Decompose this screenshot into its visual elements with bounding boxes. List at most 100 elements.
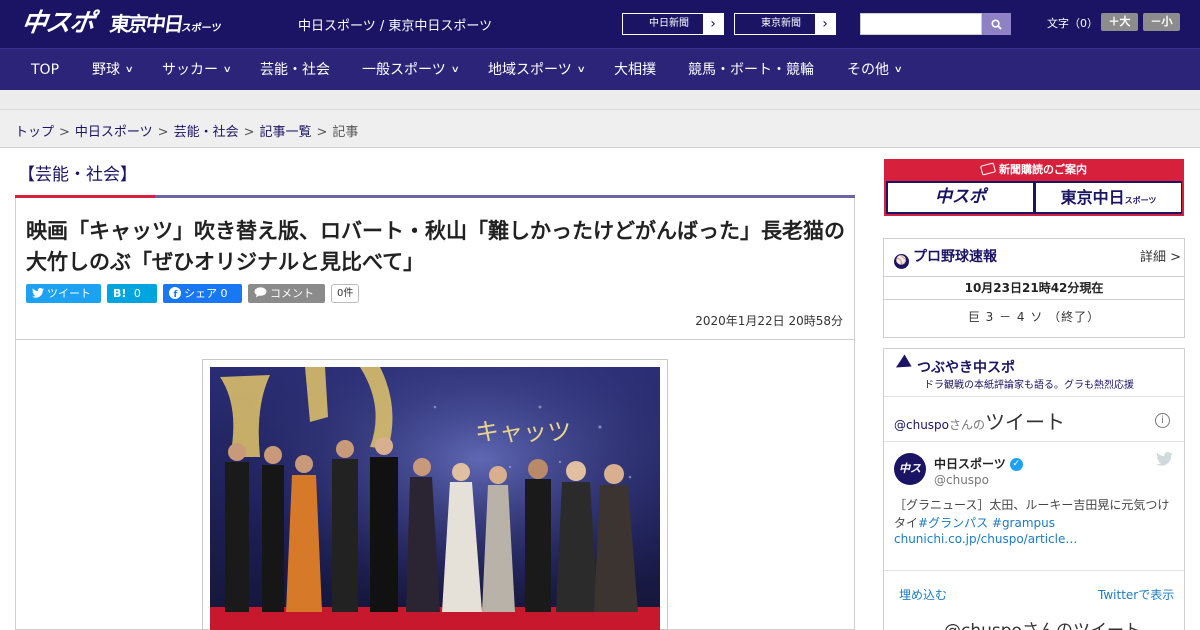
facebook-share-button[interactable]: f シェア 0 <box>163 284 242 303</box>
font-increase-button[interactable]: ＋大 <box>1101 13 1138 31</box>
hatena-icon: B! <box>113 287 127 300</box>
twitter-divider <box>884 570 1184 571</box>
tokyo-logo-text: 東京中日 <box>1060 188 1125 207</box>
breadcrumb-separator: > <box>59 125 70 140</box>
nav-item-general-sports[interactable]: 一般スポーツ ∨ <box>362 49 460 91</box>
twitter-handle-suffix: さんの <box>949 418 986 432</box>
category-underline <box>15 195 155 198</box>
breadcrumb-separator: > <box>243 125 255 140</box>
nav-label: サッカー <box>162 62 218 78</box>
breadcrumb-separator: > <box>157 125 169 140</box>
baseball-score[interactable]: 巨 3 － 4 ソ （終了） <box>884 308 1184 325</box>
article-photo[interactable]: キャッツ <box>210 367 660 630</box>
font-size-label: 文字（0） <box>1047 17 1098 30</box>
chunichi-shimbun-label: 中日新聞 <box>649 18 689 29</box>
chevron-down-icon: ∨ <box>222 65 232 75</box>
nav-item-racing[interactable]: 競馬・ボート・競輪 <box>688 49 814 91</box>
nav-item-entertainment[interactable]: 芸能・社会 <box>260 49 330 91</box>
tweet-account-name[interactable]: 中日スポーツ ✓ <box>934 455 1023 472</box>
baseball-icon: ⚾ <box>894 254 909 269</box>
tweets-title: つぶやき中スポ <box>917 360 1015 376</box>
nav-label: その他 <box>847 62 889 78</box>
tweet-button[interactable]: ツイート <box>26 284 101 303</box>
nav-item-baseball[interactable]: 野球 ∨ <box>92 49 134 91</box>
chevron-right-icon: › <box>703 14 723 34</box>
baseball-title: ⚾ プロ野球速報 <box>894 246 997 269</box>
nav-item-other[interactable]: その他 ∨ <box>847 49 903 91</box>
category-rule <box>155 195 855 198</box>
premiere-photo-illustration: キャッツ <box>210 367 660 630</box>
article-divider <box>16 339 854 340</box>
twitter-icon[interactable] <box>1156 452 1173 466</box>
chevron-right-icon: › <box>815 14 835 34</box>
breadcrumb-chunichi-sports[interactable]: 中日スポーツ <box>75 125 153 140</box>
tokyo-logo-text: 東京中日 <box>108 12 184 36</box>
nav-label: 野球 <box>92 62 120 78</box>
nav-label: 大相撲 <box>614 62 656 78</box>
baseball-timestamp: 10月23日21時42分現在 <box>884 276 1184 300</box>
breadcrumb-entertainment[interactable]: 芸能・社会 <box>174 125 239 140</box>
hatena-bookmark-button[interactable]: B! 0 <box>107 284 157 303</box>
article-date: 2020年1月22日 20時58分 <box>695 314 843 328</box>
info-icon[interactable]: i <box>1155 413 1170 428</box>
nav-label: 競馬・ボート・競輪 <box>688 62 814 78</box>
subscription-chuspo-logo[interactable]: 中スポ <box>888 183 1033 212</box>
baseball-title-text: プロ野球速報 <box>913 249 997 265</box>
comment-label: コメント <box>270 287 314 300</box>
nav-label: 芸能・社会 <box>260 62 330 78</box>
subscription-tokyo-logo[interactable]: 東京中日スポーツ <box>1036 183 1181 212</box>
tokyo-chunichi-logo[interactable]: 東京中日スポーツ <box>108 9 224 39</box>
tweet-link[interactable]: chunichi.co.jp/chuspo/article… <box>894 532 1077 546</box>
view-on-twitter-link[interactable]: Twitterで表示 <box>1098 586 1174 603</box>
tweet-account-handle[interactable]: @chuspo <box>934 473 989 487</box>
breadcrumb-top[interactable]: トップ <box>15 125 54 140</box>
comment-button[interactable]: コメント <box>248 284 325 303</box>
tokyo-logo-small: スポーツ <box>1124 196 1157 205</box>
tokyo-shimbun-label: 東京新聞 <box>761 18 801 29</box>
breadcrumb-bar: トップ > 中日スポーツ > 芸能・社会 > 記事一覧 > 記事 <box>0 110 1200 148</box>
breadcrumb-article-list[interactable]: 記事一覧 <box>260 125 312 140</box>
ad-band <box>0 90 1200 110</box>
subscription-title-text: 新聞購読のご案内 <box>999 163 1087 176</box>
comment-count: 0件 <box>331 284 360 303</box>
facebook-label: シェア 0 <box>184 287 228 300</box>
comment-icon <box>254 287 267 298</box>
nav-item-top[interactable]: TOP <box>31 49 59 91</box>
subscription-title: 新聞購読のご案内 <box>884 159 1184 181</box>
embed-link[interactable]: 埋め込む <box>899 586 947 603</box>
nav-label: TOP <box>31 62 60 78</box>
facebook-icon: f <box>169 287 181 300</box>
tweet-text: ［グラニュース］太田、ルーキー吉田晃に元気つけタイ#グランパス #grampus <box>894 496 1176 532</box>
twitter-heading-big: ツイート <box>985 410 1066 434</box>
category-heading: 【芸能・社会】 <box>18 165 137 185</box>
tweet-account-name-text: 中日スポーツ <box>934 457 1006 471</box>
chevron-down-icon: ∨ <box>450 65 460 75</box>
search-icon <box>991 18 1002 30</box>
svg-text:f: f <box>174 290 178 299</box>
search-input[interactable] <box>860 13 982 35</box>
font-decrease-button[interactable]: －小 <box>1143 13 1180 31</box>
twitter-icon <box>32 288 44 298</box>
chuspo-logo[interactable]: 中スポ <box>20 6 97 40</box>
chevron-down-icon: ∨ <box>124 65 134 75</box>
nav-label: 一般スポーツ <box>362 62 446 78</box>
main-nav: TOP 野球 ∨ サッカー ∨ 芸能・社会 一般スポーツ ∨ 地域スポーツ ∨ 大相撲 … <box>0 48 1200 90</box>
twitter-tweets-heading: @chuspoさんのツイート <box>944 616 1141 630</box>
twitter-handle-link[interactable]: @chuspo <box>894 418 949 432</box>
site-title[interactable]: 中日スポーツ / 東京中日スポーツ <box>298 15 492 34</box>
chunichi-shimbun-link[interactable]: 中日新聞 › <box>622 13 724 35</box>
chevron-down-icon: ∨ <box>576 65 586 75</box>
tokyo-shimbun-link[interactable]: 東京新聞 › <box>734 13 836 35</box>
breadcrumb-separator: > <box>316 125 328 140</box>
nav-item-sumo[interactable]: 大相撲 <box>614 49 656 91</box>
baseball-details-link[interactable]: 詳細 > <box>1140 246 1181 265</box>
breadcrumb-current: 記事 <box>332 125 359 140</box>
hatena-count: 0 <box>133 287 141 300</box>
nav-label: 地域スポーツ <box>488 62 572 78</box>
nav-item-soccer[interactable]: サッカー ∨ <box>162 49 232 91</box>
tweet-hashtags[interactable]: #グランパス #grampus <box>918 516 1055 530</box>
tweet-label: ツイート <box>47 287 91 300</box>
avatar[interactable]: 中スポ <box>894 453 926 507</box>
nav-item-local-sports[interactable]: 地域スポーツ ∨ <box>488 49 586 91</box>
search-button[interactable] <box>982 13 1011 35</box>
